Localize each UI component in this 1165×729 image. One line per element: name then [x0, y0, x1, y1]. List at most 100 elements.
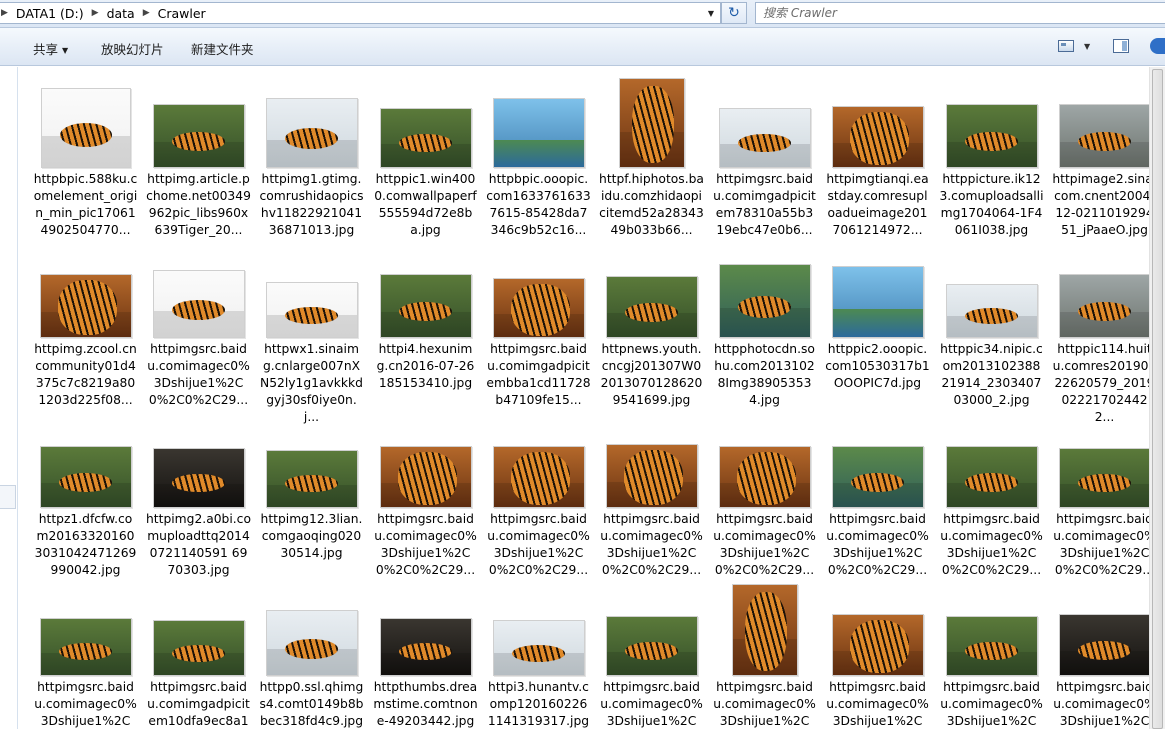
file-item[interactable]: httpimgsrc.baidu.comimagec0%3Dshijue1%2C… [369, 408, 482, 578]
file-item[interactable]: httpi3.hunantv.comp1201602261141319317.j… [482, 576, 595, 729]
file-item[interactable]: httpimgsrc.baidu.comimagec0%3Dshijue1%2C… [482, 408, 595, 578]
image-thumbnail[interactable] [265, 282, 358, 338]
file-item[interactable]: httpf.hiphotos.baidu.comzhidaopicitemd52… [595, 68, 708, 238]
image-thumbnail[interactable] [492, 446, 585, 508]
file-name[interactable]: httpimgsrc.baidu.comimagec0%3Dshijue1%2C… [825, 511, 930, 579]
image-thumbnail[interactable] [605, 276, 698, 338]
image-thumbnail[interactable] [492, 620, 585, 676]
file-item[interactable]: httpphotocdn.sohu.com20131028Img38905353… [708, 238, 821, 408]
preview-pane-icon[interactable] [1113, 39, 1129, 53]
image-thumbnail[interactable] [379, 618, 472, 676]
image-thumbnail[interactable] [945, 446, 1038, 508]
file-item[interactable]: httpnews.youth.cncgj201307W0201307012862… [595, 238, 708, 408]
file-item[interactable]: httpimgsrc.baidu.comimagec0%3Dshijue1%2C… [821, 576, 934, 729]
file-item[interactable]: httpi4.hexunimg.cn2016-07-26185153410.jp… [369, 238, 482, 408]
image-thumbnail[interactable] [39, 446, 132, 508]
image-thumbnail[interactable] [605, 444, 698, 508]
new-folder-button[interactable]: 新建文件夹 [191, 39, 254, 58]
file-item[interactable]: httpimg.article.pchome.net00349962pic_li… [142, 68, 255, 238]
file-name[interactable]: httpbpic.ooopic.com16337616337615-85428d… [486, 171, 591, 239]
chevron-right-icon[interactable]: ▶ [0, 8, 9, 18]
file-name[interactable]: httpimg.article.pchome.net00349962pic_li… [146, 171, 251, 239]
image-thumbnail[interactable] [831, 446, 924, 508]
image-thumbnail[interactable] [1058, 614, 1149, 676]
file-item[interactable]: httppic34.nipic.com2013102388 21914_2303… [935, 238, 1048, 408]
file-name[interactable]: httpimgsrc.baidu.comimagec0%3Dshijue1%2C… [1052, 679, 1149, 729]
breadcrumb-drive[interactable]: DATA1 (D:) [9, 6, 91, 21]
file-item[interactable]: httpimgsrc.baidu.comimagec0%3Dshijue1%2C… [595, 408, 708, 578]
image-thumbnail[interactable] [379, 274, 472, 338]
file-item[interactable]: httpimgsrc.baidu.comimgadpicitem78310a55… [708, 68, 821, 238]
image-thumbnail[interactable] [618, 78, 685, 168]
image-thumbnail[interactable] [39, 618, 132, 676]
help-icon[interactable] [1150, 38, 1165, 54]
image-thumbnail[interactable] [265, 610, 358, 676]
file-name[interactable]: httppic34.nipic.com2013102388 21914_2303… [939, 341, 1044, 409]
file-item[interactable]: httpthumbs.dreamstime.comtnone-49203442.… [369, 576, 482, 729]
file-name[interactable]: httpbpic.588ku.comelement_origin_min_pic… [33, 171, 138, 239]
breadcrumb[interactable]: ▶ DATA1 (D:) ▶ data ▶ Crawler ▼ [0, 2, 721, 24]
file-name[interactable]: httpimgsrc.baidu.comimagec0%3Dshijue1%2C… [712, 679, 817, 729]
image-thumbnail[interactable] [379, 108, 472, 168]
image-thumbnail[interactable] [605, 616, 698, 676]
file-name[interactable]: httpimgsrc.baidu.comimgadpicitembba1cd11… [486, 341, 591, 409]
file-name[interactable]: httpimgtianqi.eastday.comresuploadueimag… [825, 171, 930, 239]
image-thumbnail[interactable] [39, 274, 132, 338]
file-name[interactable]: httppic2.ooopic.com10530317b1OOOPIC7d.jp… [825, 341, 930, 392]
file-item[interactable]: httpimgsrc.baidu.comimagec0%3Dshijue1%2C… [29, 576, 142, 729]
file-item[interactable]: httppic2.ooopic.com10530317b1OOOPIC7d.jp… [821, 238, 934, 408]
file-name[interactable]: httpimgsrc.baidu.comimagec0%3Dshijue1%2C… [712, 511, 817, 579]
address-history-dropdown-icon[interactable]: ▼ [704, 5, 718, 21]
file-item[interactable]: httpimgsrc.baidu.comimagec0%3Dshijue1%2C… [595, 576, 708, 729]
navigation-pane-splitter[interactable] [0, 485, 16, 509]
file-item[interactable]: httpwx1.sinaimg.cnlarge007nXN52ly1g1avkk… [255, 238, 368, 424]
search-box[interactable] [755, 2, 1165, 24]
file-name[interactable]: httpi3.hunantv.comp1201602261141319317.j… [486, 679, 591, 729]
breadcrumb-data[interactable]: data [100, 6, 142, 21]
file-name[interactable]: httpphotocdn.sohu.com20131028Img38905353… [712, 341, 817, 409]
file-item[interactable]: httppic1.win4000.comwallpaperf555594d72e… [369, 68, 482, 238]
slideshow-button[interactable]: 放映幻灯片 [101, 39, 164, 58]
file-item[interactable]: httpimgsrc.baidu.comimgadpicitem10dfa9ec… [142, 576, 255, 729]
file-item[interactable]: httpimgsrc.baidu.comimagec0%3Dshijue1%2C… [142, 238, 255, 408]
file-name[interactable]: httpnews.youth.cncgj201307W0201307012862… [599, 341, 704, 409]
file-item[interactable]: httpimg.zcool.cncommunity01d4375c7c8219a… [29, 238, 142, 408]
image-thumbnail[interactable] [492, 278, 585, 338]
file-name[interactable]: httpimgsrc.baidu.comimagec0%3Dshijue1%2C… [939, 679, 1044, 729]
file-item[interactable]: httpp0.ssl.qhimgs4.comt0149b8bbec318fd4c… [255, 576, 368, 729]
file-item[interactable]: httppicture.ik123.comuploadsallimg170406… [935, 68, 1048, 238]
image-thumbnail[interactable] [1058, 104, 1149, 168]
file-item[interactable]: httpimg12.3lian.comgaoqing02030514.jpg [255, 408, 368, 578]
file-item[interactable]: httpimg1.gtimg.comrushidaopicshv11822921… [255, 68, 368, 238]
file-item[interactable]: httpbpic.ooopic.com16337616337615-85428d… [482, 68, 595, 238]
image-thumbnail[interactable] [731, 584, 798, 676]
file-name[interactable]: httpimgsrc.baidu.comimgadpicitem78310a55… [712, 171, 817, 239]
file-name[interactable]: httppicture.ik123.comuploadsallimg170406… [939, 171, 1044, 239]
file-name[interactable]: httpz1.dfcfw.com201633201603031042471269… [33, 511, 138, 579]
file-name[interactable]: httpimg.zcool.cncommunity01d4375c7c8219a… [33, 341, 138, 409]
breadcrumb-crawler[interactable]: Crawler [151, 6, 213, 21]
file-name[interactable]: httpimage2.sina.com.cnent2004-12-0211019… [1052, 171, 1149, 239]
image-thumbnail[interactable] [945, 104, 1038, 168]
image-thumbnail[interactable] [152, 620, 245, 676]
image-thumbnail[interactable] [831, 614, 924, 676]
image-thumbnail[interactable] [718, 264, 811, 338]
file-name[interactable]: httpimgsrc.baidu.comimagec0%3Dshijue1%2C… [146, 341, 251, 409]
vertical-scrollbar[interactable] [1149, 67, 1165, 729]
file-name[interactable]: httpf.hiphotos.baidu.comzhidaopicitemd52… [599, 171, 704, 239]
search-input[interactable] [763, 6, 1165, 20]
image-thumbnail[interactable] [945, 284, 1038, 338]
file-name[interactable]: httpimgsrc.baidu.comimagec0%3Dshijue1%2C… [939, 511, 1044, 579]
image-thumbnail[interactable] [152, 104, 245, 168]
file-name[interactable]: httpimg12.3lian.comgaoqing02030514.jpg [259, 511, 364, 562]
image-thumbnail[interactable] [1058, 448, 1149, 508]
image-thumbnail[interactable] [265, 98, 358, 168]
file-item[interactable]: httpbpic.588ku.comelement_origin_min_pic… [29, 68, 142, 238]
chevron-right-icon[interactable]: ▶ [91, 8, 100, 18]
file-item[interactable]: httpz1.dfcfw.com201633201603031042471269… [29, 408, 142, 578]
file-name[interactable]: httpimgsrc.baidu.comimagec0%3Dshijue1%2C… [825, 679, 930, 729]
file-name[interactable]: httpimgsrc.baidu.comimgadpicitem10dfa9ec… [146, 679, 251, 729]
file-name[interactable]: httppic1.win4000.comwallpaperf555594d72e… [373, 171, 478, 239]
image-thumbnail[interactable] [40, 88, 131, 168]
file-item[interactable]: httpimgsrc.baidu.comimagec0%3Dshijue1%2C… [935, 576, 1048, 729]
